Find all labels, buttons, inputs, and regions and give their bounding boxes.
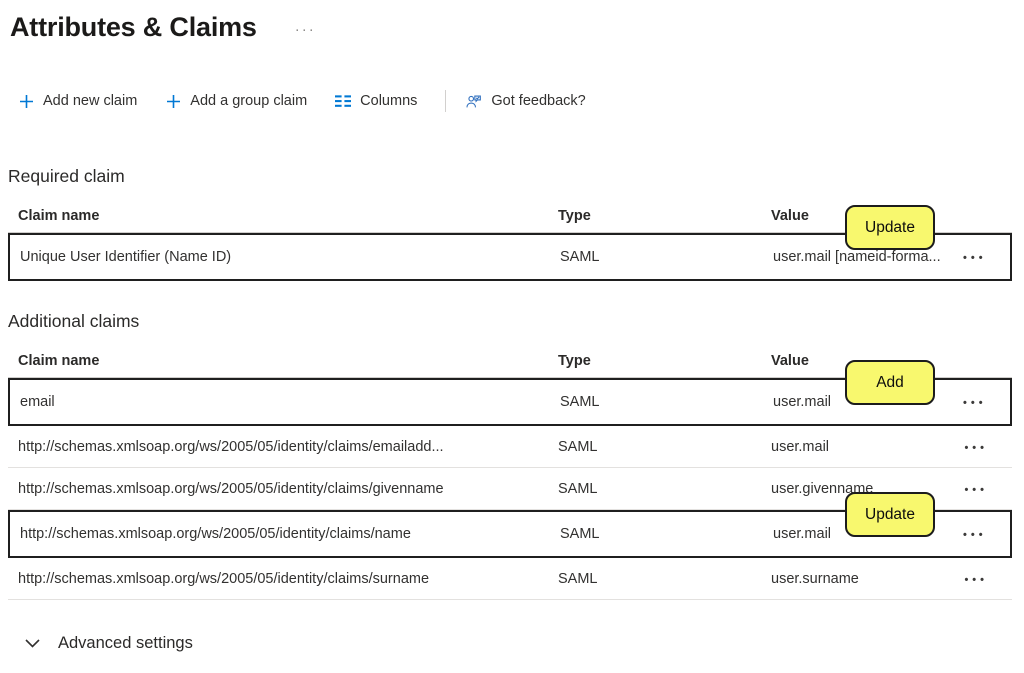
annotation-update-required-claim: Update xyxy=(845,205,935,250)
value-cell: user.mail xyxy=(761,439,951,455)
more-options-icon[interactable]: ··· xyxy=(295,17,316,38)
row-menu-button[interactable]: ••• xyxy=(963,397,987,409)
advanced-settings-toggle[interactable]: Advanced settings xyxy=(24,634,1024,653)
claim-name-cell: http://schemas.xmlsoap.org/ws/2005/05/id… xyxy=(8,571,548,587)
additional-claims-heading: Additional claims xyxy=(8,311,1024,332)
toolbar-divider xyxy=(445,90,446,112)
page-header: Attributes & Claims ··· xyxy=(10,8,1024,46)
type-cell: SAML xyxy=(550,394,763,410)
plus-icon xyxy=(165,93,181,109)
row-menu-button[interactable]: ••• xyxy=(963,252,987,264)
claim-name-cell: http://schemas.xmlsoap.org/ws/2005/05/id… xyxy=(10,526,550,542)
row-menu-button[interactable]: ••• xyxy=(964,484,988,496)
table-row-emailaddress[interactable]: http://schemas.xmlsoap.org/ws/2005/05/id… xyxy=(8,426,1012,468)
type-cell: SAML xyxy=(548,439,761,455)
columns-label: Columns xyxy=(360,93,417,109)
add-new-claim-label: Add new claim xyxy=(43,93,137,109)
required-claim-heading: Required claim xyxy=(8,166,1024,187)
chevron-down-icon xyxy=(24,636,40,652)
column-header-type: Type xyxy=(548,353,761,369)
got-feedback-button[interactable]: Got feedback? xyxy=(466,93,585,109)
type-cell: SAML xyxy=(548,571,761,587)
attributes-claims-page: Attributes & Claims ··· Add new claim Ad… xyxy=(0,0,1024,673)
got-feedback-label: Got feedback? xyxy=(491,93,585,109)
value-cell: user.surname xyxy=(761,571,951,587)
column-header-claim-name: Claim name xyxy=(8,353,548,369)
value-cell: user.mail [nameid-forma... xyxy=(763,249,953,265)
advanced-settings-label: Advanced settings xyxy=(58,634,193,653)
claim-name-cell: email xyxy=(10,394,550,410)
column-header-claim-name: Claim name xyxy=(8,208,548,224)
annotation-update-name-claim: Update xyxy=(845,492,935,537)
toolbar: Add new claim Add a group claim Columns xyxy=(18,86,1024,116)
type-cell: SAML xyxy=(550,249,763,265)
columns-button[interactable]: Columns xyxy=(335,93,417,109)
claim-name-cell: http://schemas.xmlsoap.org/ws/2005/05/id… xyxy=(8,439,548,455)
add-group-claim-button[interactable]: Add a group claim xyxy=(165,93,307,109)
row-menu-button[interactable]: ••• xyxy=(963,529,987,541)
claim-name-cell: Unique User Identifier (Name ID) xyxy=(10,249,550,265)
columns-icon xyxy=(335,93,351,109)
type-cell: SAML xyxy=(550,526,763,542)
type-cell: SAML xyxy=(548,481,761,497)
column-header-type: Type xyxy=(548,208,761,224)
add-group-claim-label: Add a group claim xyxy=(190,93,307,109)
page-title: Attributes & Claims xyxy=(10,12,257,43)
table-row-surname[interactable]: http://schemas.xmlsoap.org/ws/2005/05/id… xyxy=(8,558,1012,600)
feedback-person-icon xyxy=(466,93,482,109)
row-menu-button[interactable]: ••• xyxy=(964,574,988,586)
claim-name-cell: http://schemas.xmlsoap.org/ws/2005/05/id… xyxy=(8,481,548,497)
row-menu-button[interactable]: ••• xyxy=(964,442,988,454)
plus-icon xyxy=(18,93,34,109)
annotation-add-email-claim: Add xyxy=(845,360,935,405)
add-new-claim-button[interactable]: Add new claim xyxy=(18,93,137,109)
